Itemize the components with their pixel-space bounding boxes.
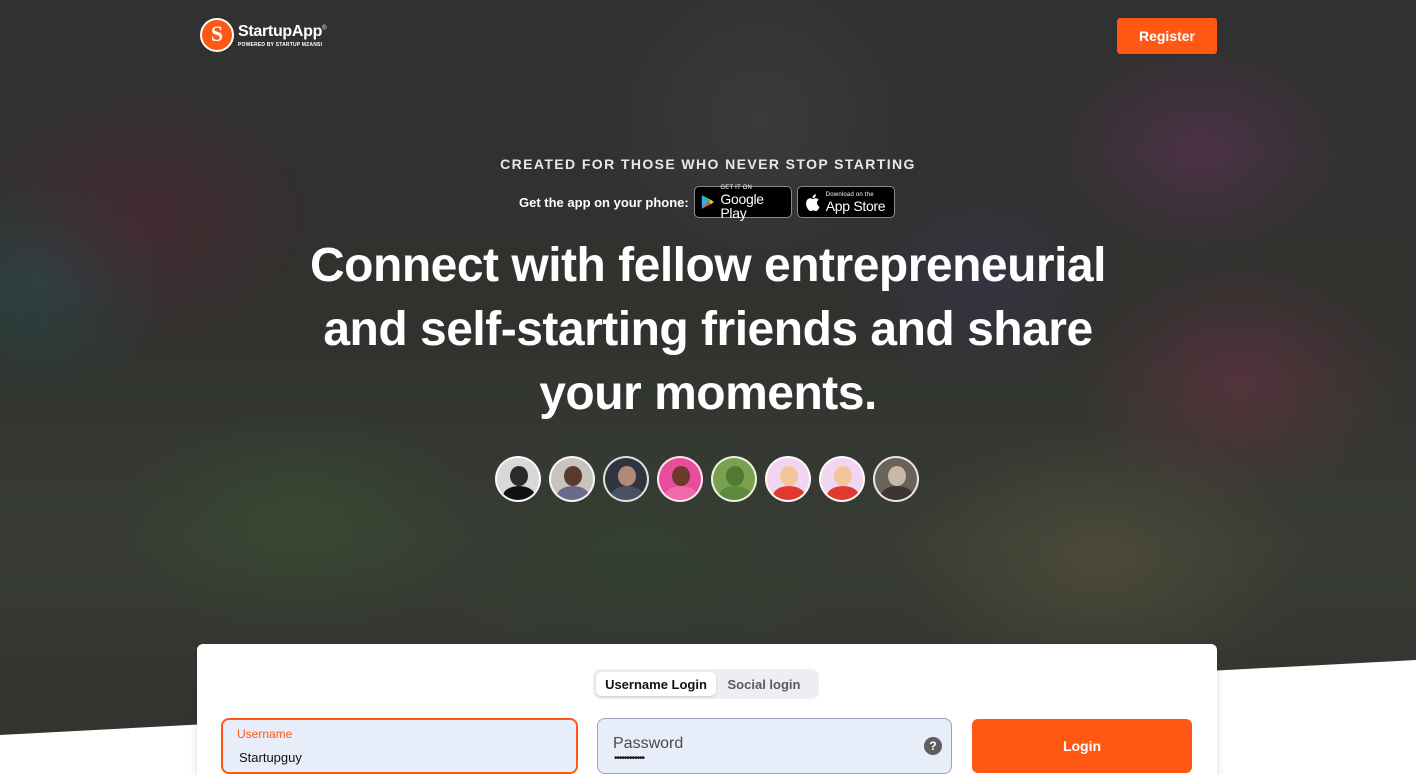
- avatar-body: [719, 486, 751, 500]
- avatar-face: [618, 466, 636, 486]
- logo-text: StartupApp® POWERED BY STARTUP MZANSI: [238, 22, 327, 48]
- hero-tagline: CREATED FOR THOSE WHO NEVER STOP STARTIN…: [500, 156, 916, 172]
- startupapp-logo[interactable]: S StartupApp® POWERED BY STARTUP MZANSI: [200, 18, 327, 52]
- logo-mark-icon: S: [200, 18, 234, 52]
- username-field[interactable]: Username Startupguy: [221, 718, 578, 774]
- login-mode-toggle: Username Login Social login: [593, 669, 819, 699]
- avatar-face: [888, 466, 906, 486]
- password-label: Password: [613, 735, 684, 752]
- google-play-badge[interactable]: GET IT ON Google Play: [693, 185, 792, 220]
- avatar-body: [611, 486, 643, 500]
- password-field[interactable]: Password •••••••••••• ?: [597, 718, 952, 774]
- app-download-label: Get the app on your phone:: [519, 194, 689, 210]
- avatar-face: [834, 466, 852, 486]
- username-label: Username: [237, 727, 293, 741]
- avatar-1[interactable]: [495, 456, 541, 502]
- avatar-body: [827, 486, 859, 500]
- username-input[interactable]: Startupguy: [239, 750, 302, 765]
- avatar-body: [881, 486, 913, 500]
- help-icon[interactable]: ?: [924, 737, 942, 755]
- avatar-5[interactable]: [711, 456, 757, 502]
- app-store-badge[interactable]: Download on the App Store: [796, 186, 895, 218]
- avatar-body: [773, 486, 805, 500]
- avatar-face: [672, 466, 690, 486]
- avatar-3[interactable]: [603, 456, 649, 502]
- hero-headline: Connect with fellow entrepreneurial and …: [258, 234, 1158, 426]
- google-play-text: GET IT ON Google Play: [720, 185, 782, 220]
- avatar-body: [665, 486, 697, 500]
- logo-name: StartupApp®: [238, 22, 327, 41]
- logo-tagline: POWERED BY STARTUP MZANSI: [238, 41, 323, 48]
- app-store-big: App Store: [825, 197, 886, 214]
- avatar-face: [564, 466, 582, 486]
- member-avatars: [495, 456, 919, 502]
- avatar-face: [726, 466, 744, 486]
- google-play-small: GET IT ON: [720, 184, 752, 191]
- avatar-2[interactable]: [549, 456, 595, 502]
- avatar-face: [510, 466, 528, 486]
- login-card: Username Login Social login Username Sta…: [197, 644, 1217, 775]
- app-store-text: Download on the App Store: [826, 192, 886, 213]
- logo-name-text: StartupApp: [238, 22, 323, 40]
- google-play-big: Google Play: [720, 190, 764, 221]
- google-play-icon: [701, 195, 714, 209]
- apple-icon: [805, 193, 820, 211]
- avatar-4[interactable]: [657, 456, 703, 502]
- password-input[interactable]: ••••••••••••: [614, 753, 645, 764]
- avatar-face: [780, 466, 798, 486]
- headline-line-2: and self-starting friends and share: [323, 303, 1093, 356]
- login-button[interactable]: Login: [972, 719, 1192, 773]
- logo-trademark: ®: [322, 25, 327, 32]
- tab-username-login[interactable]: Username Login: [596, 672, 716, 696]
- avatar-8[interactable]: [873, 456, 919, 502]
- avatar-6[interactable]: [765, 456, 811, 502]
- headline-line-1: Connect with fellow entrepreneurial: [310, 239, 1106, 292]
- avatar-body: [503, 486, 535, 500]
- register-button[interactable]: Register: [1117, 18, 1217, 54]
- logo-letter: S: [210, 21, 224, 46]
- tab-social-login[interactable]: Social login: [716, 672, 812, 696]
- avatar-7[interactable]: [819, 456, 865, 502]
- app-store-small: Download on the: [825, 191, 874, 198]
- app-download-row: Get the app on your phone: GET IT ON Goo…: [519, 185, 895, 220]
- headline-line-3: your moments.: [539, 367, 877, 420]
- avatar-body: [557, 486, 589, 500]
